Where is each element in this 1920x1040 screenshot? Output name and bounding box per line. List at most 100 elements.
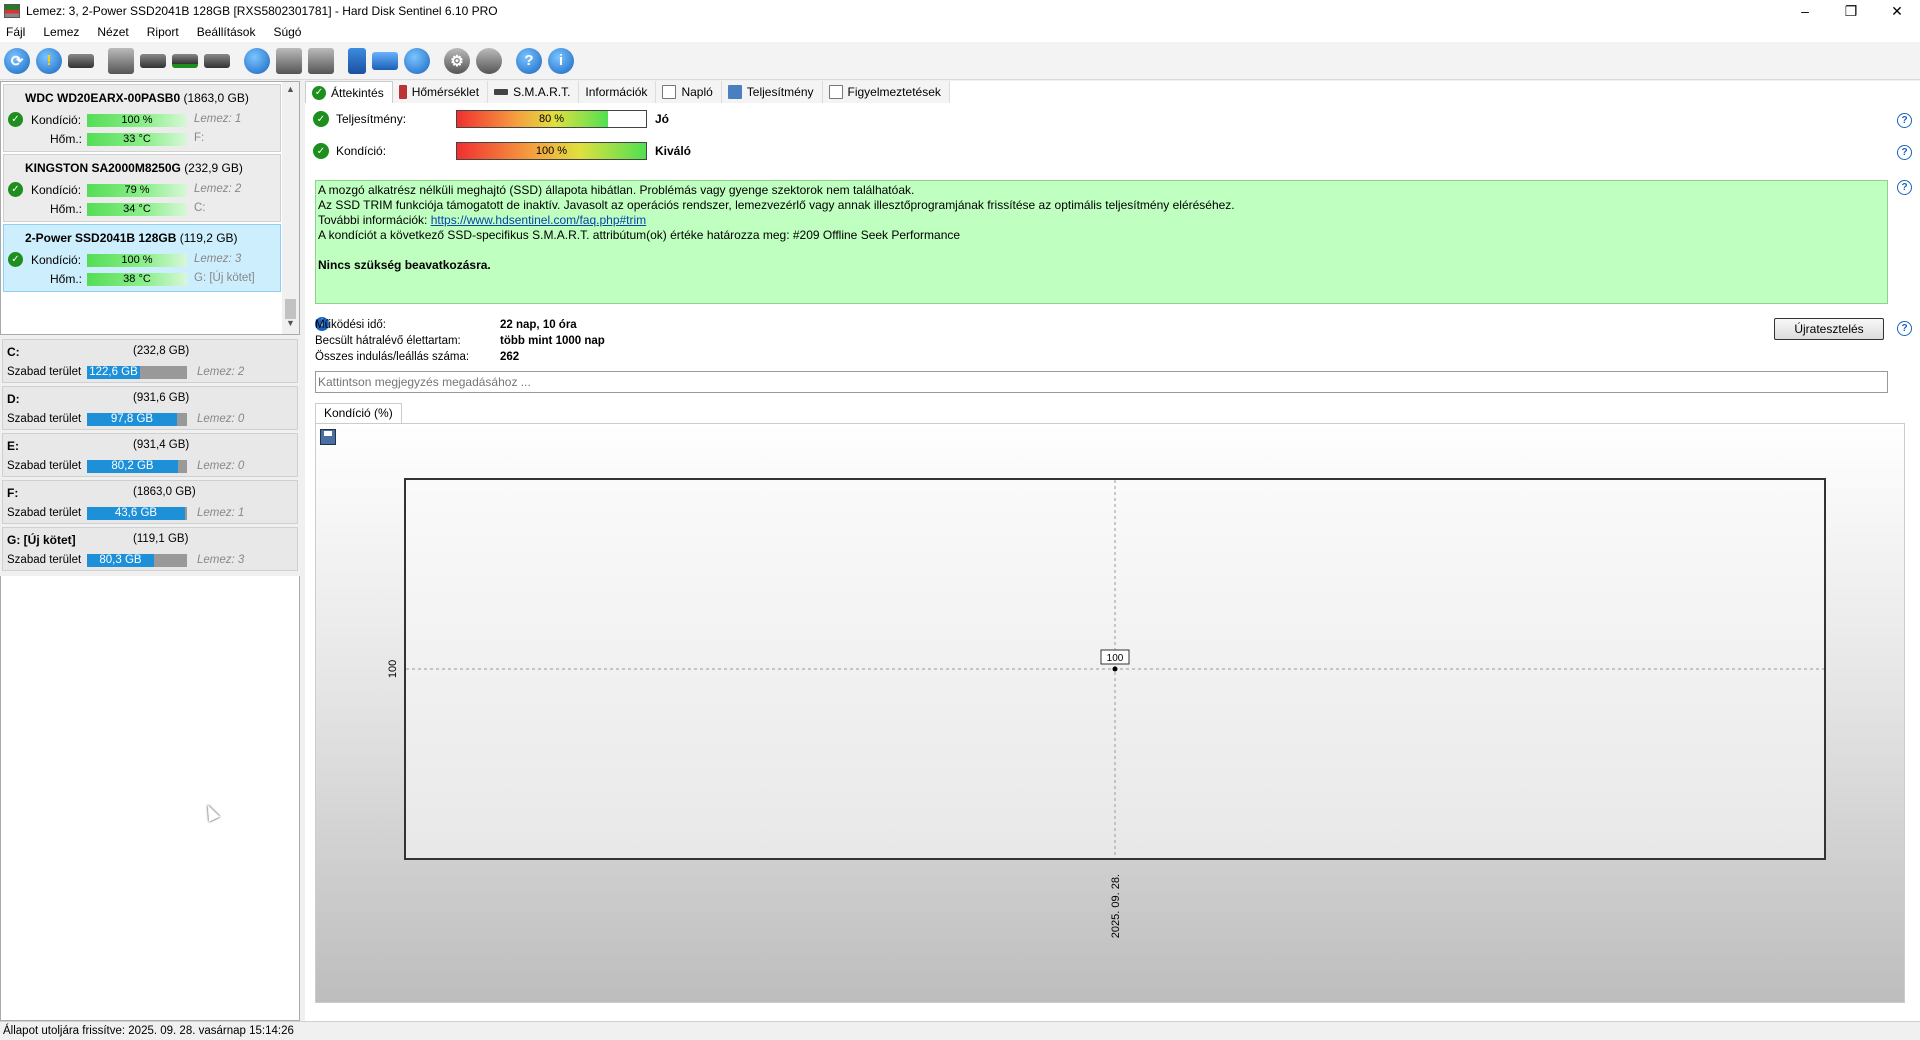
window-title: Lemez: 3, 2-Power SSD2041B 128GB [RXS580…: [26, 4, 498, 18]
drive-icon: [494, 89, 509, 95]
disk-name: KINGSTON SA2000M8250G (232,9 GB): [25, 161, 243, 175]
title-bar: Lemez: 3, 2-Power SSD2041B 128GB [RXS580…: [0, 0, 1920, 22]
volume-name: G: [Új kötet]: [7, 533, 76, 547]
save-icon[interactable]: [320, 429, 336, 445]
menu-settings[interactable]: Beállítások: [197, 25, 256, 39]
volume-item[interactable]: E: (931,4 GB) Szabad terület 80,2 GB Lem…: [2, 433, 298, 477]
disk-clock-icon[interactable]: [140, 53, 166, 68]
scroll-up-icon[interactable]: ▲: [282, 84, 299, 98]
retest-button[interactable]: Újratesztelés: [1774, 318, 1884, 340]
action-text: Nincs szükség beavatkozásra.: [318, 258, 491, 272]
disk-ref: Lemez: 2: [194, 183, 242, 195]
volume-item[interactable]: G: [Új kötet] (119,1 GB) Szabad terület …: [2, 527, 298, 571]
free-space-label: Szabad terület: [7, 554, 82, 566]
disk-name: 2-Power SSD2041B 128GB (119,2 GB): [25, 231, 238, 245]
tab-information[interactable]: i Információk: [315, 81, 657, 331]
thermometer-icon: [398, 85, 407, 99]
disk-item-selected[interactable]: 2-Power SSD2041B 128GB (119,2 GB) ✓ Kond…: [3, 224, 281, 292]
disk-check-icon[interactable]: [172, 53, 198, 68]
minimize-button[interactable]: –: [1782, 0, 1828, 22]
tab-log[interactable]: Napló: [656, 81, 722, 103]
volume-item[interactable]: C: (232,8 GB) Szabad terület 122,6 GB Le…: [2, 339, 298, 383]
maximize-button[interactable]: ❐: [1828, 0, 1874, 22]
uptime-value: 22 nap, 10 óra: [500, 319, 577, 331]
disk-search-icon[interactable]: [204, 53, 230, 68]
menu-view[interactable]: Nézet: [97, 25, 128, 39]
chart-tab-health[interactable]: Kondíció (%): [315, 403, 402, 423]
ok-check-icon: ✓: [8, 112, 23, 127]
help-icon[interactable]: ?: [516, 47, 542, 74]
document-icon: [662, 85, 677, 99]
app-icon: [4, 4, 20, 18]
refresh-icon[interactable]: ⟳: [4, 47, 30, 74]
tab-performance[interactable]: Teljesítmény: [721, 81, 823, 103]
disk-list-icon[interactable]: [68, 53, 94, 68]
notes-icon[interactable]: [348, 47, 366, 74]
performance-bar: 80 %: [456, 110, 647, 128]
menu-help[interactable]: Súgó: [273, 25, 301, 39]
tab-bar: ✓ Áttekintés Hőmérséklet S.M.A.R.T. i Info…: [305, 81, 950, 331]
network-icon[interactable]: [404, 47, 430, 74]
menu-disk[interactable]: Lemez: [43, 25, 79, 39]
refresh-warning-icon[interactable]: !: [36, 47, 62, 74]
temp-label: Hőm.:: [49, 202, 82, 216]
tab-alerts[interactable]: Figyelmeztetések: [822, 81, 950, 103]
menu-file[interactable]: Fájl: [6, 25, 25, 39]
free-space-label: Szabad terület: [7, 366, 82, 378]
tools-icon[interactable]: [276, 47, 302, 74]
left-pane: WDC WD20EARX-00PASB0 (1863,0 GB) ✓ Kondí…: [0, 81, 300, 1021]
tab-temperature[interactable]: Hőmérséklet: [392, 81, 489, 103]
free-space-bar: 122,6 GB: [87, 366, 187, 379]
info-icon[interactable]: i: [548, 47, 574, 74]
free-space-label: Szabad terület: [7, 413, 82, 425]
disk-gray-icon[interactable]: [108, 47, 134, 74]
speaker-icon[interactable]: [476, 47, 502, 74]
volume-name: D:: [7, 392, 20, 406]
disk-ref: Lemez: 3: [194, 253, 242, 265]
volume-item[interactable]: D: (931,6 GB) Szabad terület 97,8 GB Lem…: [2, 386, 298, 430]
menu-bar: Fájl Lemez Nézet Riport Beállítások Súgó: [0, 22, 1920, 42]
health-rating: Kiváló: [655, 144, 692, 158]
settings-gear-icon[interactable]: ⚙: [444, 47, 470, 74]
health-label: Kondíció:: [31, 113, 82, 127]
volume-size: (119,1 GB): [133, 533, 189, 545]
health-label: Kondíció:: [31, 183, 82, 197]
disk-item[interactable]: WDC WD20EARX-00PASB0 (1863,0 GB) ✓ Kondí…: [3, 84, 281, 152]
y-tick-label: 100: [387, 660, 399, 678]
disk-name: WDC WD20EARX-00PASB0 (1863,0 GB): [25, 91, 249, 105]
temp-bar: 34 °C: [87, 203, 187, 216]
help-icon[interactable]: ?: [1897, 321, 1912, 336]
menu-report[interactable]: Riport: [147, 25, 179, 39]
trim-faq-link[interactable]: https://www.hdsentinel.com/faq.php#trim: [431, 213, 646, 227]
help-icon[interactable]: ?: [1897, 113, 1912, 128]
status-description: A mozgó alkatrész nélküli meghajtó (SSD)…: [315, 180, 1888, 304]
data-label: 100: [1107, 653, 1124, 664]
volume-item[interactable]: F: (1863,0 GB) Szabad terület 43,6 GB Le…: [2, 480, 298, 524]
transfer-icon[interactable]: [308, 47, 334, 74]
free-space-label: Szabad terület: [7, 507, 82, 519]
chart-area: 100 2025. 09. 28. 100: [315, 423, 1905, 1003]
lifetime-value: több mint 1000 nap: [500, 335, 605, 347]
tab-smart[interactable]: S.M.A.R.T.: [488, 81, 580, 103]
close-button[interactable]: ✕: [1874, 0, 1920, 22]
ok-check-icon: ✓: [313, 143, 329, 159]
main-panel: ✓ Áttekintés Hőmérséklet S.M.A.R.T. i Info…: [305, 81, 1920, 1021]
tab-overview[interactable]: ✓ Áttekintés: [305, 81, 393, 103]
temp-label: Hőm.:: [49, 132, 82, 146]
mail-icon[interactable]: [372, 51, 398, 70]
drive-letters: C:: [194, 202, 206, 214]
note-input[interactable]: [315, 371, 1888, 393]
help-icon[interactable]: ?: [1897, 180, 1912, 195]
help-icon[interactable]: ?: [1897, 145, 1912, 160]
volume-name: F:: [7, 486, 19, 500]
performance-row: ✓ Teljesítmény: 80 % Jó: [313, 110, 669, 128]
disk-item[interactable]: KINGSTON SA2000M8250G (232,9 GB) ✓ Kondí…: [3, 154, 281, 222]
disk-list-scrollbar[interactable]: ▲ ▼: [282, 82, 299, 334]
scroll-down-icon[interactable]: ▼: [282, 318, 299, 332]
disk-ref: Lemez: 0: [197, 460, 245, 472]
disk-ref: Lemez: 3: [197, 554, 245, 566]
temp-bar: 38 °C: [87, 273, 187, 286]
health-row: ✓ Kondíció: 100 % Kiváló: [313, 142, 691, 160]
scroll-thumb[interactable]: [285, 299, 296, 319]
disk-globe-icon[interactable]: [244, 47, 270, 74]
